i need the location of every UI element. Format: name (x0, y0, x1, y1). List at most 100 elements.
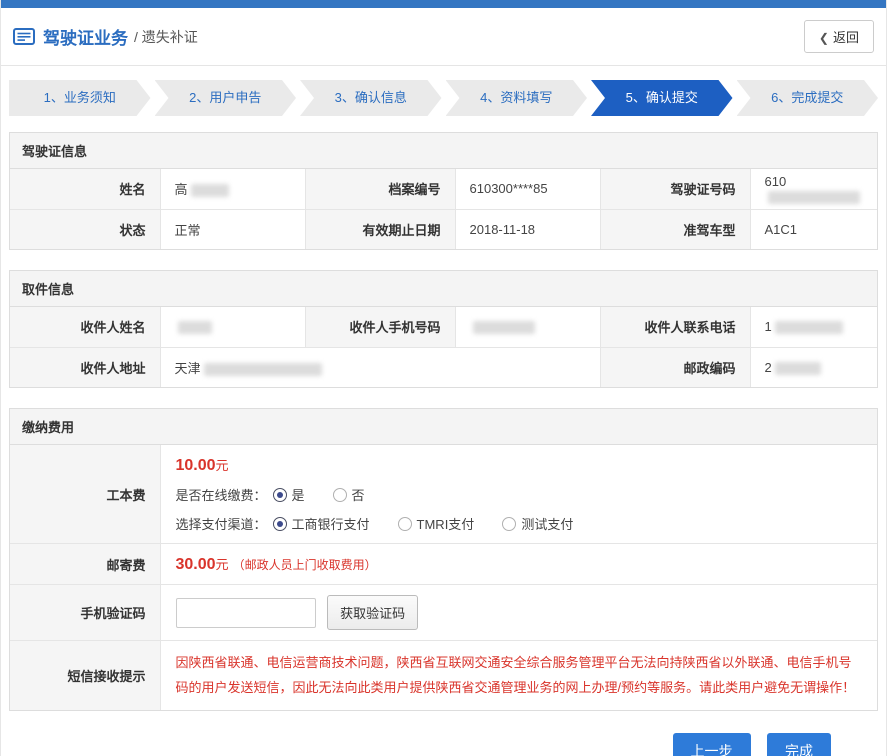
recipient-phone-label: 收件人联系电话 (600, 307, 750, 347)
recipient-address-value: 天津 (160, 347, 600, 387)
radio-unchecked-icon (398, 517, 412, 531)
payment-channel-label: 选择支付渠道： (176, 514, 267, 533)
step-3-confirm-info[interactable]: 3、确认信息 (300, 80, 442, 116)
base-fee-content: 10.00元 是否在线缴费： 是 否 选择支付渠道： 工商银行支付 TMRI支付… (160, 445, 877, 544)
payment-section: 缴纳费用 工本费 10.00元 是否在线缴费： 是 否 选择支付渠道： 工 (9, 408, 878, 711)
top-accent-bar (1, 0, 886, 8)
recipient-name-value (160, 307, 305, 347)
mail-fee-unit: 元 (216, 557, 229, 572)
payment-channel-line: 选择支付渠道： 工商银行支付 TMRI支付 测试支付 (176, 514, 863, 533)
pickup-section-title: 取件信息 (10, 271, 877, 307)
table-row: 短信接收提示 因陕西省联通、电信运营商技术问题，陕西省互联网交通安全综合服务管理… (10, 641, 877, 711)
radio-checked-icon (273, 488, 287, 502)
license-number-label: 驾驶证号码 (600, 169, 750, 209)
radio-channel-test-label: 测试支付 (521, 514, 573, 533)
page-header: 驾驶证业务 / 遗失补证 ❮ 返回 (1, 8, 886, 66)
recipient-mobile-value (455, 307, 600, 347)
postal-code-label: 邮政编码 (600, 347, 750, 387)
redacted-text (775, 362, 821, 375)
name-label: 姓名 (10, 169, 160, 209)
recipient-mobile-label: 收件人手机号码 (305, 307, 455, 347)
recipient-address-label: 收件人地址 (10, 347, 160, 387)
base-fee-unit: 元 (216, 458, 229, 473)
step-2-user-declaration[interactable]: 2、用户申告 (155, 80, 297, 116)
radio-channel-tmri-label: TMRI支付 (417, 514, 475, 533)
table-row: 收件人地址 天津 邮政编码 2 (10, 347, 877, 387)
license-info-section: 驾驶证信息 姓名 高 档案编号 610300****85 驾驶证号码 610 状… (9, 132, 878, 250)
sms-tip-content: 因陕西省联通、电信运营商技术问题，陕西省互联网交通安全综合服务管理平台无法向持陕… (160, 641, 877, 711)
status-label: 状态 (10, 209, 160, 249)
radio-unchecked-icon (502, 517, 516, 531)
sms-tip-text: 因陕西省联通、电信运营商技术问题，陕西省互联网交通安全综合服务管理平台无法向持陕… (176, 651, 863, 700)
license-number-value: 610 (750, 169, 877, 209)
license-section-title: 驾驶证信息 (10, 133, 877, 169)
captcha-label: 手机验证码 (10, 585, 160, 641)
online-payment-label: 是否在线缴费： (176, 485, 267, 504)
footer-actions: 上一步 完成 (1, 727, 886, 756)
vehicle-class-label: 准驾车型 (600, 209, 750, 249)
back-button-label: 返回 (833, 30, 859, 45)
radio-channel-icbc-label: 工商银行支付 (292, 514, 370, 533)
captcha-input[interactable] (176, 598, 316, 628)
file-number-value: 610300****85 (455, 169, 600, 209)
online-payment-line: 是否在线缴费： 是 否 (176, 485, 863, 504)
radio-online-no[interactable]: 否 (333, 485, 365, 504)
chevron-left-icon: ❮ (819, 31, 829, 45)
page-title: 驾驶证业务 (43, 24, 128, 49)
radio-channel-icbc[interactable]: 工商银行支付 (273, 514, 370, 533)
table-row: 手机验证码 获取验证码 (10, 585, 877, 641)
table-row: 收件人姓名 收件人手机号码 收件人联系电话 1 (10, 307, 877, 347)
base-fee-amount-line: 10.00元 (176, 455, 863, 475)
redacted-text (191, 184, 229, 197)
table-row: 状态 正常 有效期止日期 2018-11-18 准驾车型 A1C1 (10, 209, 877, 249)
get-captcha-button[interactable]: 获取验证码 (327, 595, 418, 630)
mail-fee-note: （邮政人员上门收取费用） (233, 558, 377, 572)
step-5-confirm-submit[interactable]: 5、确认提交 (591, 80, 733, 116)
step-navigation: 1、业务须知 2、用户申告 3、确认信息 4、资料填写 5、确认提交 6、完成提… (1, 66, 886, 128)
captcha-content: 获取验证码 (160, 585, 877, 641)
redacted-text (204, 363, 322, 376)
step-6-complete-submit[interactable]: 6、完成提交 (737, 80, 879, 116)
step-4-fill-materials[interactable]: 4、资料填写 (446, 80, 588, 116)
page: 驾驶证业务 / 遗失补证 ❮ 返回 1、业务须知 2、用户申告 3、确认信息 4、… (0, 0, 887, 756)
step-1-business-notice[interactable]: 1、业务须知 (9, 80, 151, 116)
file-number-label: 档案编号 (305, 169, 455, 209)
radio-online-yes[interactable]: 是 (273, 485, 305, 504)
pickup-info-section: 取件信息 收件人姓名 收件人手机号码 收件人联系电话 1 收件人地址 天津 邮政… (9, 270, 878, 388)
back-button[interactable]: ❮ 返回 (804, 20, 874, 53)
postal-code-value: 2 (750, 347, 877, 387)
finish-button[interactable]: 完成 (767, 733, 831, 756)
license-business-icon (13, 28, 35, 45)
vehicle-class-value: A1C1 (750, 209, 877, 249)
base-fee-amount: 10.00 (176, 457, 216, 474)
mail-fee-label: 邮寄费 (10, 544, 160, 585)
table-row: 邮寄费 30.00元 （邮政人员上门收取费用） (10, 544, 877, 585)
name-value: 高 (160, 169, 305, 209)
recipient-name-label: 收件人姓名 (10, 307, 160, 347)
radio-online-no-label: 否 (352, 485, 365, 504)
radio-channel-test[interactable]: 测试支付 (502, 514, 573, 533)
payment-section-title: 缴纳费用 (10, 409, 877, 445)
redacted-text (178, 321, 212, 334)
page-subtitle: / 遗失补证 (134, 27, 198, 47)
redacted-text (775, 321, 843, 334)
mail-fee-amount: 30.00 (176, 556, 216, 573)
license-info-table: 姓名 高 档案编号 610300****85 驾驶证号码 610 状态 正常 有… (10, 169, 877, 249)
recipient-phone-value: 1 (750, 307, 877, 347)
status-value: 正常 (160, 209, 305, 249)
expiry-value: 2018-11-18 (455, 209, 600, 249)
table-row: 姓名 高 档案编号 610300****85 驾驶证号码 610 (10, 169, 877, 209)
radio-channel-tmri[interactable]: TMRI支付 (398, 514, 475, 533)
redacted-text (473, 321, 535, 334)
radio-checked-icon (273, 517, 287, 531)
radio-unchecked-icon (333, 488, 347, 502)
mail-fee-content: 30.00元 （邮政人员上门收取费用） (160, 544, 877, 585)
redacted-text (768, 191, 860, 204)
table-row: 工本费 10.00元 是否在线缴费： 是 否 选择支付渠道： 工商银行支付 TM… (10, 445, 877, 544)
previous-step-button[interactable]: 上一步 (673, 733, 751, 756)
sms-tip-label: 短信接收提示 (10, 641, 160, 711)
radio-online-yes-label: 是 (292, 485, 305, 504)
pickup-info-table: 收件人姓名 收件人手机号码 收件人联系电话 1 收件人地址 天津 邮政编码 2 (10, 307, 877, 387)
expiry-label: 有效期止日期 (305, 209, 455, 249)
payment-table: 工本费 10.00元 是否在线缴费： 是 否 选择支付渠道： 工商银行支付 TM… (10, 445, 877, 710)
